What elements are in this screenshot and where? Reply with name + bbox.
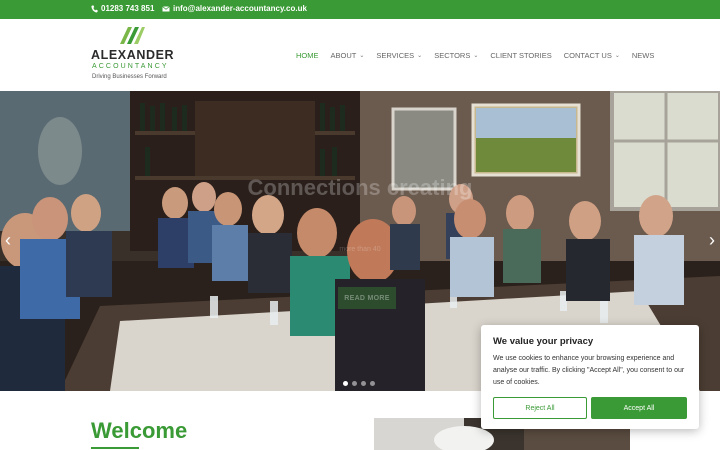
cookie-consent-banner: We value your privacy We use cookies to … xyxy=(481,325,699,429)
phone-number: 01283 743 851 xyxy=(101,4,155,13)
chevron-down-icon: ⌄ xyxy=(473,53,479,59)
logo-tagline: Driving Businesses Forward xyxy=(92,74,167,80)
email-address: info@alexander-accountancy.co.uk xyxy=(173,4,307,13)
nav-label: ABOUT xyxy=(330,51,357,60)
chevron-down-icon: ⌄ xyxy=(359,53,365,59)
cookie-body: We use cookies to enhance your browsing … xyxy=(493,355,685,386)
logo-brand: ALEXANDER xyxy=(91,48,175,62)
nav-client-stories[interactable]: CLIENT STORIES xyxy=(490,51,551,60)
welcome-underline xyxy=(91,447,139,449)
read-more-button[interactable]: READ MORE xyxy=(338,287,396,309)
nav-services[interactable]: SERVICES ⌄ xyxy=(376,51,422,60)
top-contact-bar: 01283 743 851 info@alexander-accountancy… xyxy=(0,0,720,19)
nav-home[interactable]: HOME xyxy=(296,51,319,60)
chevron-left-icon[interactable]: ‹ xyxy=(5,231,11,249)
chevron-right-icon[interactable]: › xyxy=(709,231,715,249)
accept-all-button[interactable]: Accept All xyxy=(591,397,687,419)
envelope-icon xyxy=(162,5,170,12)
phone-link[interactable]: 01283 743 851 xyxy=(91,4,154,13)
slider-dot[interactable] xyxy=(370,381,375,386)
chevron-down-icon: ⌄ xyxy=(614,53,620,59)
hero-subline: more than 40 xyxy=(339,246,381,253)
hero-headline: Connections creating xyxy=(247,175,473,200)
logo-mark-icon xyxy=(120,27,145,44)
logo-sub: ACCOUNTANCY xyxy=(92,63,169,70)
nav-label: NEWS xyxy=(631,51,655,60)
nav-news[interactable]: NEWS xyxy=(632,51,655,60)
phone-icon xyxy=(91,5,98,13)
main-nav: HOME ABOUT ⌄ SERVICES ⌄ SECTORS ⌄ CLIENT… xyxy=(296,51,666,60)
chevron-down-icon: ⌄ xyxy=(417,53,423,59)
nav-contact-us[interactable]: CONTACT US ⌄ xyxy=(564,51,620,60)
nav-label: CONTACT US xyxy=(563,51,612,60)
nav-label: CLIENT STORIES xyxy=(490,51,552,60)
site-logo[interactable]: ALEXANDER ACCOUNTANCY Driving Businesses… xyxy=(91,23,181,83)
slider-dot[interactable] xyxy=(352,381,357,386)
slider-dot[interactable] xyxy=(343,381,348,386)
welcome-heading: Welcome xyxy=(91,418,188,443)
slider-dot[interactable] xyxy=(361,381,366,386)
reject-all-button[interactable]: Reject All xyxy=(493,397,587,419)
nav-label: SERVICES xyxy=(376,51,415,60)
slider-dots xyxy=(343,381,375,386)
nav-sectors[interactable]: SECTORS ⌄ xyxy=(434,51,478,60)
email-link[interactable]: info@alexander-accountancy.co.uk xyxy=(162,4,307,13)
nav-label: SECTORS xyxy=(434,51,471,60)
site-header: ALEXANDER ACCOUNTANCY Driving Businesses… xyxy=(0,19,720,91)
cookie-title: We value your privacy xyxy=(493,336,594,347)
nav-about[interactable]: ABOUT ⌄ xyxy=(331,51,365,60)
nav-label: HOME xyxy=(296,51,319,60)
